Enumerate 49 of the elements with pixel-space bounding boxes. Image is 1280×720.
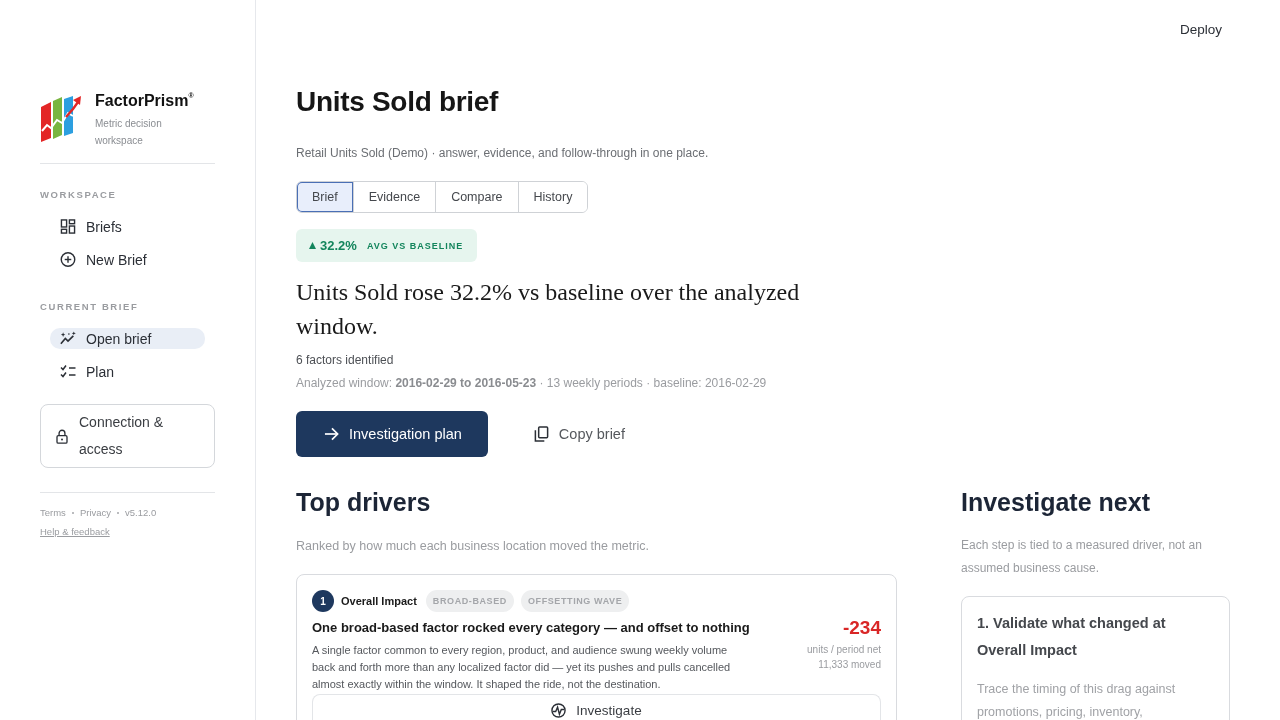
sparkle-chart-icon bbox=[60, 331, 76, 346]
grid-icon bbox=[60, 219, 76, 234]
dot-icon bbox=[71, 511, 74, 514]
driver-description: A single factor common to every region, product, and audience swung weekly volume back and forth more than any localized factor did — yet its pushes and pulls cancelled almost exactly within the window. It shaped the ride, not the destination. bbox=[312, 643, 732, 692]
deploy-button[interactable]: Deploy bbox=[1179, 20, 1222, 40]
tag: OFFSETTING WAVE bbox=[520, 590, 630, 612]
section-subtitle: Each step is tied to a measured driver, not an assumed business cause. bbox=[961, 537, 1203, 577]
page-subtitle: Retail Units Sold (Demo) · answer, evidence, and follow-through in one place. bbox=[296, 145, 709, 162]
sidebar-item[interactable]: Briefs bbox=[50, 216, 205, 237]
plus-circle-icon bbox=[60, 252, 76, 267]
step-description: Trace the timing of this drag against promotions, pricing, inventory, bbox=[977, 681, 1177, 720]
tab[interactable]: History bbox=[517, 182, 588, 212]
tag: BROAD-BASED bbox=[425, 590, 514, 612]
sidebar-item[interactable]: Open brief bbox=[50, 328, 205, 349]
tab[interactable]: Brief bbox=[297, 182, 353, 212]
rank-number: 1 bbox=[312, 590, 334, 612]
brand-name: FactorPrism$^{®}$ bbox=[95, 92, 194, 110]
moved-total: 11,333 moved bbox=[817, 658, 881, 672]
logo-icon bbox=[40, 95, 82, 143]
badge-label: AVG VS BASELINE bbox=[366, 240, 464, 251]
pulse-circle-icon bbox=[551, 703, 567, 718]
section-label: WORKSPACE bbox=[40, 188, 117, 202]
version-text: v5.12.0 bbox=[125, 506, 157, 520]
analyzed-window: Analyzed window: 2016-02-29 to 2016-05-23 · 13 weekly periods · baseline: 2016-02-29 bbox=[296, 374, 767, 392]
checklist-icon bbox=[60, 364, 76, 379]
section-label: CURRENT BRIEF bbox=[40, 300, 139, 314]
brand-tagline: Metric decision workspace bbox=[95, 117, 163, 148]
driver-title: One broad-based factor rocked every category — and offset to nothing bbox=[312, 619, 750, 637]
sidebar-item[interactable]: New Brief bbox=[50, 249, 205, 270]
section-subtitle: Ranked by how much each business location moved the metric. bbox=[296, 538, 650, 555]
page-title: Units Sold brief bbox=[296, 85, 499, 119]
copy-icon bbox=[533, 426, 549, 442]
headline: Units Sold rose 32.2% vs baseline over the analyzed window. bbox=[296, 278, 801, 341]
factor-count: 6 factors identified bbox=[296, 352, 394, 369]
copy-brief-button[interactable]: Copy brief bbox=[533, 426, 625, 442]
section-title: Top drivers bbox=[296, 487, 431, 518]
driver-name: Overall Impact bbox=[341, 595, 417, 607]
sidebar-item[interactable]: Plan bbox=[50, 361, 205, 382]
investigation-plan-button[interactable]: Investigation plan bbox=[296, 411, 488, 457]
section-title: Investigate next bbox=[961, 487, 1150, 518]
step-title: 1. Validate what changed at Overall Impact bbox=[977, 614, 1167, 660]
investigate-button[interactable]: Investigate bbox=[312, 694, 881, 720]
lock-icon bbox=[56, 428, 68, 444]
impact-value: -234 bbox=[841, 618, 881, 638]
dot-icon bbox=[117, 511, 120, 514]
arrow-right-icon bbox=[324, 426, 339, 442]
impact-unit: units / period net bbox=[807, 643, 881, 657]
connection-button[interactable]: Connection & access bbox=[40, 404, 215, 468]
badge-value: 32.2% bbox=[320, 238, 357, 253]
